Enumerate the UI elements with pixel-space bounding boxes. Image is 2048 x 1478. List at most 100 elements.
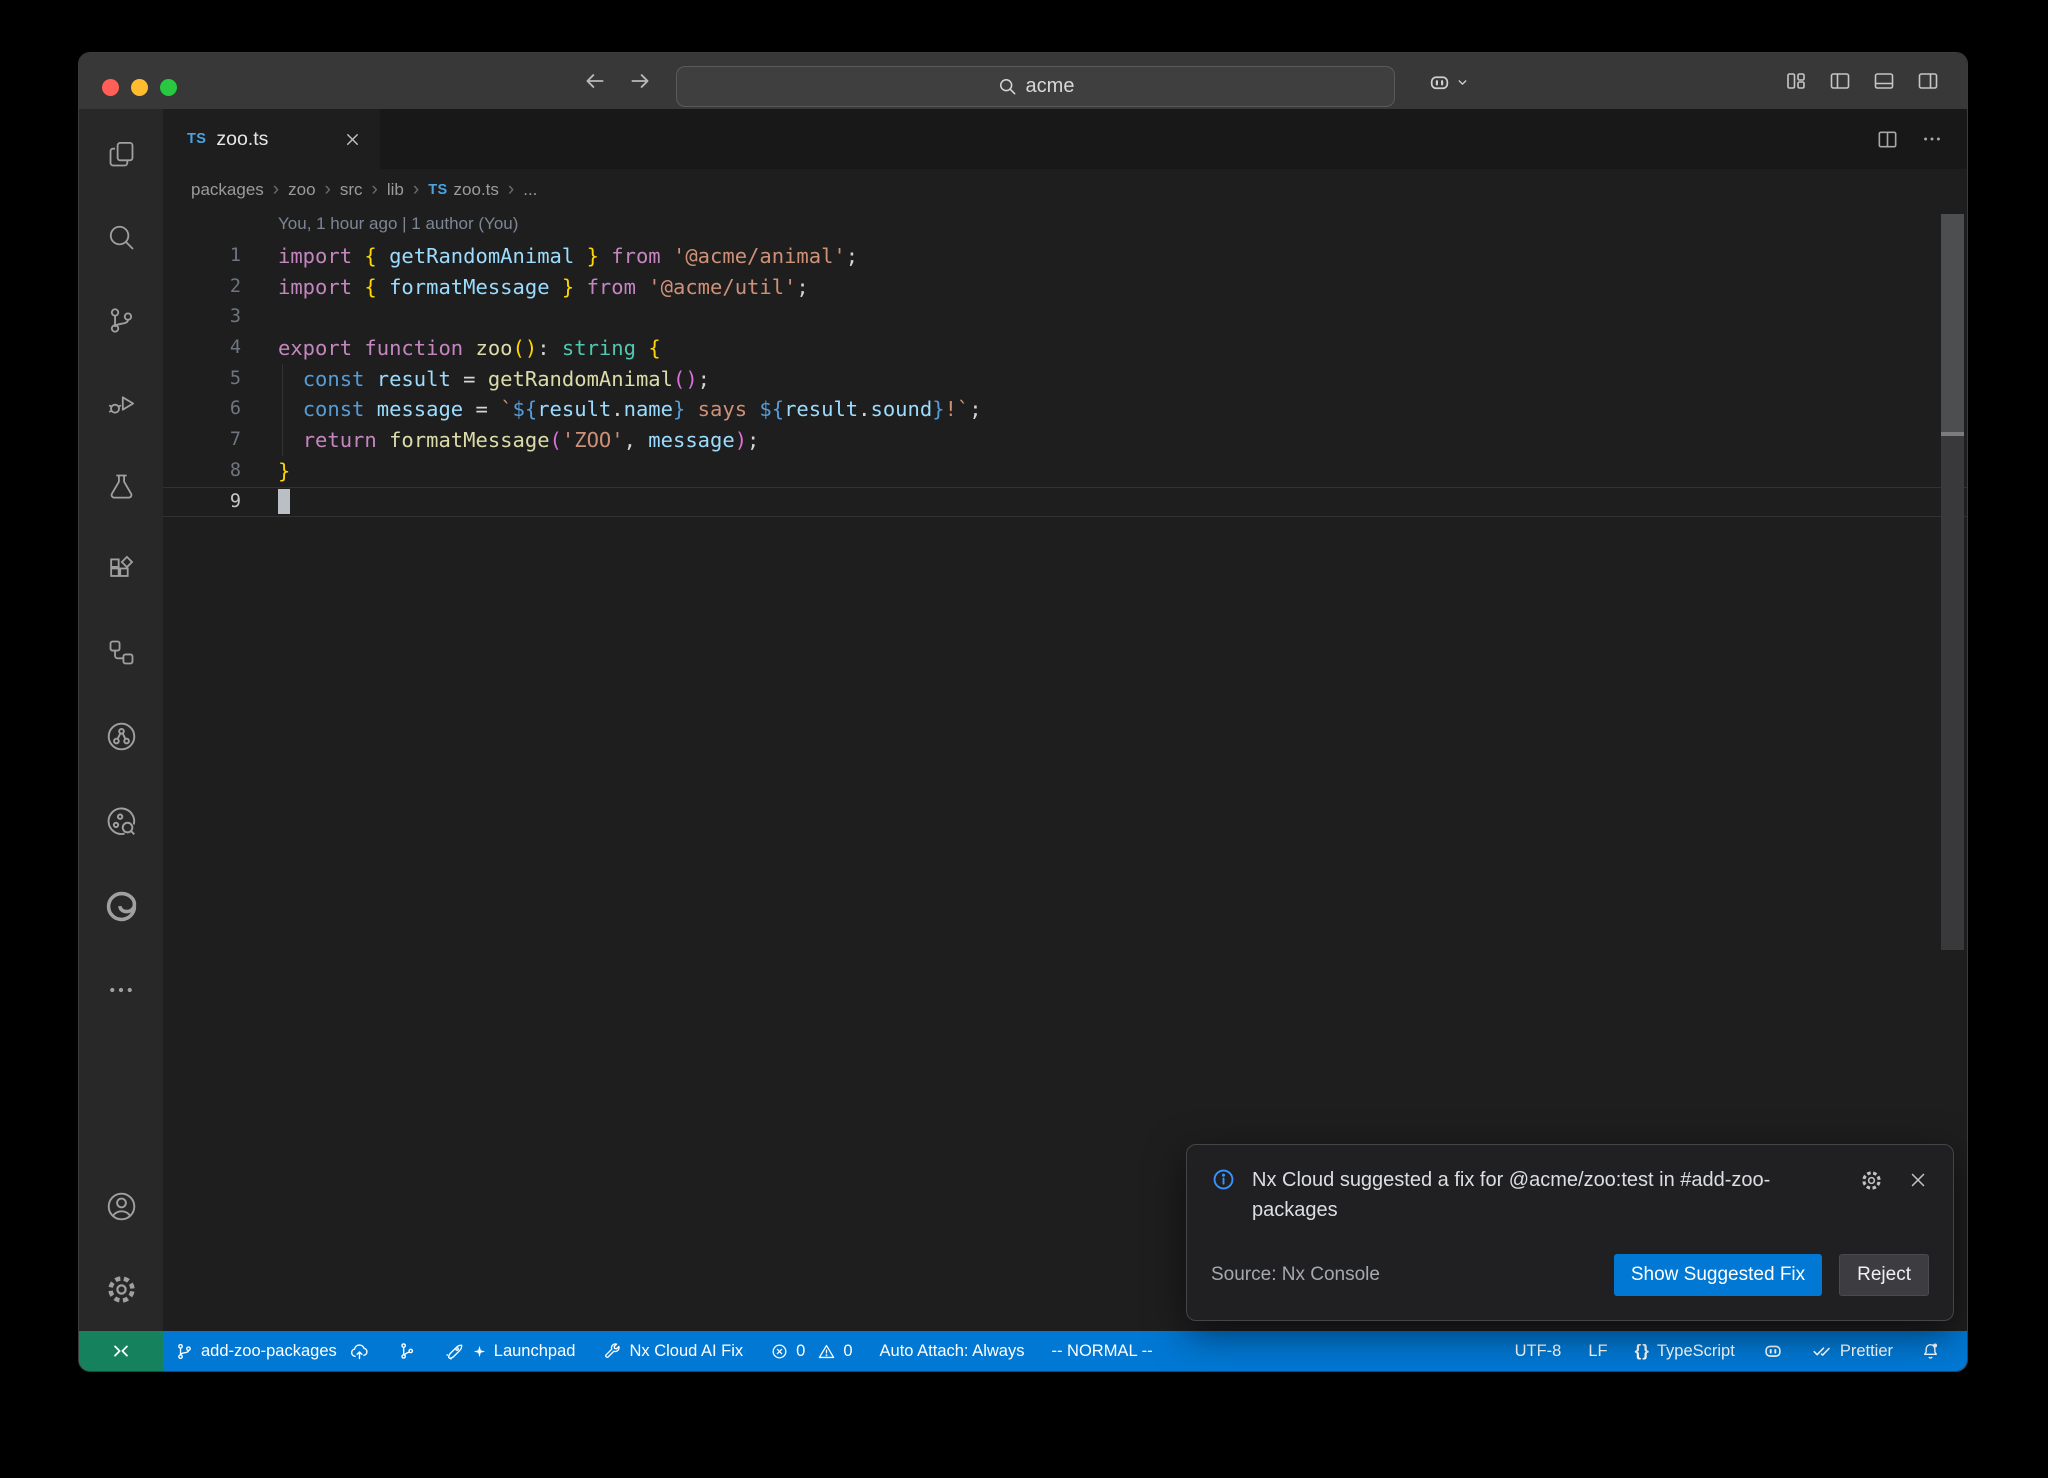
encoding-label: UTF-8 [1515, 1342, 1562, 1361]
code-line-5[interactable]: 5 const result = getRandomAnimal(); [163, 364, 1967, 395]
copilot-icon [1762, 1340, 1784, 1362]
source-control-icon[interactable] [106, 305, 137, 336]
settings-gear-icon[interactable] [105, 1273, 138, 1306]
toggle-panel-icon[interactable] [1872, 69, 1896, 93]
language-label: TypeScript [1657, 1342, 1735, 1361]
branch-status-item[interactable]: add-zoo-packages [175, 1341, 370, 1362]
breadcrumb-item[interactable]: TSzoo.ts [428, 180, 499, 200]
sparkle-icon [472, 1344, 487, 1359]
line-number: 5 [163, 364, 241, 395]
toggle-primary-sidebar-icon[interactable] [1828, 69, 1852, 93]
branch-name: add-zoo-packages [201, 1342, 337, 1361]
scrollbar-thumb[interactable] [1941, 214, 1964, 432]
indent-guide [282, 364, 283, 456]
reject-button[interactable]: Reject [1839, 1254, 1929, 1296]
project-graph-icon[interactable] [106, 637, 137, 668]
code-line-6[interactable]: 6 const message = `${result.name} says $… [163, 394, 1967, 425]
vim-mode-label: -- NORMAL -- [1051, 1342, 1152, 1361]
nx-cloud-fix-status-item[interactable]: Nx Cloud AI Fix [602, 1341, 743, 1361]
run-debug-icon[interactable] [106, 388, 137, 419]
code-line-9[interactable]: 9 [163, 487, 1967, 518]
vim-mode-status-item[interactable]: -- NORMAL -- [1051, 1342, 1152, 1361]
line-number: 2 [163, 272, 241, 303]
code-line-3[interactable]: 3 [163, 302, 1967, 333]
breadcrumb-item[interactable]: src [340, 180, 363, 200]
notification-message: Nx Cloud suggested a fix for @acme/zoo:t… [1252, 1165, 1832, 1225]
notification-settings-gear-icon[interactable] [1860, 1169, 1883, 1192]
language-status-item[interactable]: {} TypeScript [1635, 1341, 1735, 1361]
notifications-status-item[interactable] [1920, 1341, 1941, 1362]
block-cursor [278, 489, 290, 514]
minimize-window-button[interactable] [131, 79, 148, 96]
code-line-8[interactable]: 8} [163, 456, 1967, 487]
breadcrumb-item[interactable]: ... [523, 180, 537, 200]
source-control-graph-status-item[interactable] [397, 1341, 417, 1361]
breadcrumb: packages›zoo›src›lib›TSzoo.ts›... [163, 169, 1967, 211]
problems-status-item[interactable]: 0 0 [770, 1342, 852, 1361]
search-icon [997, 76, 1018, 97]
auto-attach-status-item[interactable]: Auto Attach: Always [880, 1342, 1025, 1361]
search-view-icon[interactable] [106, 222, 137, 253]
scrollbar-track-lower[interactable] [1941, 436, 1964, 950]
formatter-status-item[interactable]: Prettier [1811, 1340, 1893, 1362]
breadcrumb-separator: › [325, 179, 331, 201]
code-line-7[interactable]: 7 return formatMessage('ZOO', message); [163, 425, 1967, 456]
line-number: 8 [163, 456, 241, 487]
more-actions-icon[interactable] [1921, 128, 1943, 150]
info-icon [1211, 1167, 1236, 1192]
breadcrumb-item[interactable]: lib [387, 180, 404, 200]
line-number: 3 [163, 302, 241, 333]
nx-cloud-fix-label: Nx Cloud AI Fix [629, 1342, 743, 1361]
eol-status-item[interactable]: LF [1588, 1342, 1607, 1361]
toggle-secondary-sidebar-icon[interactable] [1916, 69, 1940, 93]
encoding-status-item[interactable]: UTF-8 [1515, 1342, 1562, 1361]
customize-layout-icon[interactable] [1784, 69, 1808, 93]
accounts-icon[interactable] [105, 1190, 138, 1223]
forward-icon[interactable] [627, 68, 653, 94]
blame-annotation: You, 1 hour ago | 1 author (You) [163, 211, 1967, 241]
code-line-2[interactable]: 2import { formatMessage } from '@acme/ut… [163, 272, 1967, 303]
notification-source: Source: Nx Console [1211, 1264, 1380, 1286]
close-window-button[interactable] [102, 79, 119, 96]
error-count: 0 [796, 1342, 805, 1361]
extensions-icon[interactable] [106, 554, 137, 585]
activity-bar [79, 109, 163, 1331]
more-views-icon[interactable] [106, 975, 136, 1005]
tab-zoo-ts[interactable]: TS zoo.ts [163, 109, 380, 169]
testing-icon[interactable] [106, 471, 137, 502]
split-editor-icon[interactable] [1876, 128, 1899, 151]
show-suggested-fix-button[interactable]: Show Suggested Fix [1614, 1254, 1822, 1296]
copilot-status-item[interactable] [1762, 1340, 1784, 1362]
nx-console-icon[interactable] [105, 720, 138, 753]
code-lines: 1import { getRandomAnimal } from '@acme/… [163, 241, 1967, 517]
nx-cloud-icon[interactable] [105, 805, 138, 838]
notification-close-icon[interactable] [1907, 1169, 1929, 1192]
cloud-upload-icon [349, 1341, 370, 1362]
titlebar: acme [79, 53, 1967, 109]
breadcrumb-item[interactable]: zoo [288, 180, 315, 200]
auto-attach-label: Auto Attach: Always [880, 1342, 1025, 1361]
breadcrumb-item[interactable]: packages [191, 180, 264, 200]
launchpad-status-item[interactable]: Launchpad [444, 1341, 576, 1362]
edge-devtools-icon[interactable] [105, 890, 138, 923]
explorer-icon[interactable] [106, 139, 137, 170]
code-line-1[interactable]: 1import { getRandomAnimal } from '@acme/… [163, 241, 1967, 272]
command-center-search[interactable]: acme [676, 66, 1395, 107]
zoom-window-button[interactable] [160, 79, 177, 96]
search-value: acme [1026, 75, 1075, 98]
code-line-4[interactable]: 4export function zoo(): string { [163, 333, 1967, 364]
remote-indicator[interactable] [79, 1331, 163, 1371]
copilot-menu[interactable] [1427, 70, 1469, 95]
bell-icon [1920, 1341, 1941, 1362]
layout-controls [1784, 69, 1940, 93]
traffic-lights [102, 79, 177, 96]
wrench-icon [602, 1341, 622, 1361]
close-tab-icon[interactable] [343, 130, 362, 149]
warning-icon [817, 1342, 836, 1361]
back-icon[interactable] [582, 68, 608, 94]
eol-label: LF [1588, 1342, 1607, 1361]
line-number: 7 [163, 425, 241, 456]
status-bar: add-zoo-packages Launchpad [79, 1331, 1967, 1371]
formatter-label: Prettier [1840, 1342, 1893, 1361]
rocket-icon [444, 1341, 465, 1362]
